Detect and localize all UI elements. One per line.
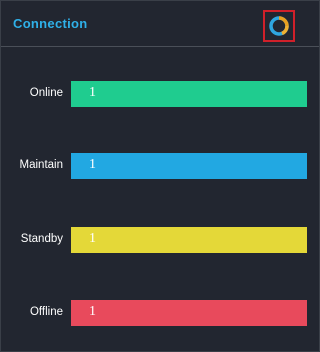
status-bar-online[interactable]: 1 xyxy=(71,81,307,107)
panel-title: Connection xyxy=(13,16,88,31)
connection-panel: Connection Online 1 Maintain 1 Standby 1… xyxy=(0,0,320,352)
status-bar-maintain[interactable]: 1 xyxy=(71,153,307,179)
status-count-maintain: 1 xyxy=(89,157,96,172)
status-label-standby: Standby xyxy=(20,233,63,245)
status-count-online: 1 xyxy=(89,85,96,100)
status-label-maintain: Maintain xyxy=(19,159,63,171)
status-bar-standby[interactable]: 1 xyxy=(71,227,307,253)
refresh-button[interactable] xyxy=(263,10,295,42)
panel-header: Connection xyxy=(1,1,319,47)
donut-refresh-icon xyxy=(268,15,290,37)
status-label-offline: Offline xyxy=(29,306,63,318)
status-count-offline: 1 xyxy=(89,304,96,319)
status-bar-offline[interactable]: 1 xyxy=(71,300,307,326)
status-count-standby: 1 xyxy=(89,231,96,246)
status-label-online: Online xyxy=(29,87,63,99)
